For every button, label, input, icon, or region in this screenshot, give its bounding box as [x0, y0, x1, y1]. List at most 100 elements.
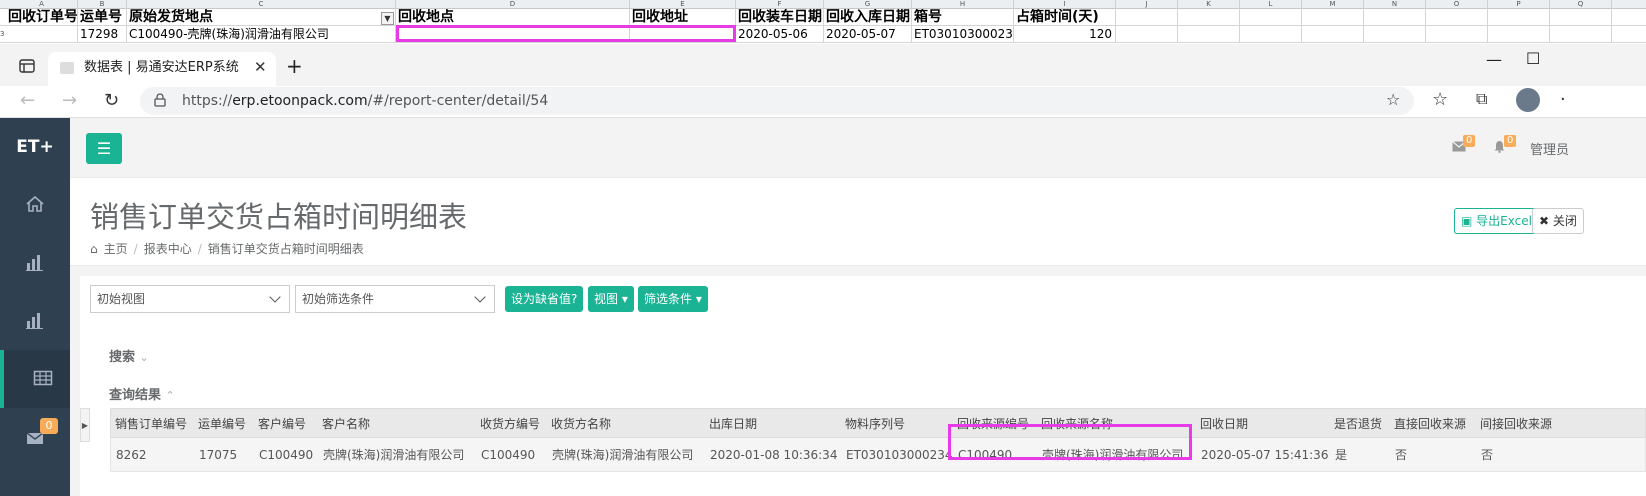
- excel-cell[interactable]: 回收装车日期: [736, 9, 824, 26]
- breadcrumb-home[interactable]: 主页: [104, 242, 128, 256]
- col-letter[interactable]: Q: [1550, 0, 1612, 9]
- col-letter[interactable]: K: [1178, 0, 1240, 9]
- col-letter[interactable]: I: [1014, 0, 1116, 9]
- col-letter[interactable]: E: [630, 0, 736, 9]
- excel-cell[interactable]: 17298: [78, 26, 127, 43]
- excel-cell[interactable]: 原始发货地点: [127, 9, 396, 26]
- excel-cell[interactable]: 占箱时间(天): [1014, 9, 1116, 26]
- excel-cell[interactable]: 回收地址: [630, 9, 736, 26]
- column-header[interactable]: 物料序列号: [845, 409, 905, 439]
- filter-button[interactable]: 筛选条件 ▾: [638, 286, 708, 312]
- excel-cell[interactable]: [1302, 9, 1364, 26]
- column-header[interactable]: 运单编号: [198, 409, 246, 439]
- back-icon[interactable]: ←: [20, 90, 35, 111]
- column-header[interactable]: 收货方编号: [480, 409, 540, 439]
- col-letter[interactable]: J: [1116, 0, 1178, 9]
- excel-cell[interactable]: 2020-05-06: [736, 26, 824, 43]
- excel-cell[interactable]: C100490-壳牌(珠海)润滑油有限公司: [127, 26, 396, 43]
- sidebar-item-reports[interactable]: [0, 234, 70, 290]
- column-header[interactable]: 间接回收来源: [1480, 409, 1552, 439]
- filter-select[interactable]: 初始筛选条件: [295, 285, 495, 313]
- col-letter[interactable]: G: [824, 0, 912, 9]
- excel-cell[interactable]: [6, 26, 78, 43]
- excel-cell[interactable]: ET030103000234: [912, 26, 1014, 43]
- sidebar-item-home[interactable]: [0, 176, 70, 232]
- results-section-toggle[interactable]: 查询结果 ⌃: [109, 384, 175, 403]
- col-letter[interactable]: M: [1302, 0, 1364, 9]
- excel-cell[interactable]: [1364, 26, 1426, 43]
- export-excel-button[interactable]: ▣ 导出Excel: [1454, 208, 1539, 234]
- excel-cell[interactable]: 回收订单号: [6, 9, 78, 26]
- col-letter[interactable]: N: [1364, 0, 1426, 9]
- excel-cell[interactable]: [1240, 9, 1302, 26]
- column-header[interactable]: 收货方名称: [551, 409, 611, 439]
- search-section-toggle[interactable]: 搜索 ⌄: [109, 346, 149, 365]
- browser-tab[interactable]: 数据表 | 易通安达ERP系统 ✕: [48, 52, 276, 86]
- view-select[interactable]: 初始视图: [90, 285, 290, 313]
- col-letter[interactable]: F: [736, 0, 824, 9]
- excel-cell[interactable]: 回收入库日期: [824, 9, 912, 26]
- column-header[interactable]: 销售订单编号: [115, 409, 187, 439]
- excel-cell[interactable]: [1488, 26, 1550, 43]
- excel-cell[interactable]: [1178, 9, 1240, 26]
- refresh-icon[interactable]: ↻: [104, 90, 119, 111]
- col-letter[interactable]: L: [1240, 0, 1302, 9]
- column-header[interactable]: 回收日期: [1200, 409, 1248, 439]
- col-letter[interactable]: H: [912, 0, 1014, 9]
- close-tab-icon[interactable]: ✕: [254, 58, 267, 76]
- lock-icon[interactable]: [154, 93, 166, 107]
- row-expand-handle[interactable]: ▶: [80, 408, 90, 442]
- excel-cell[interactable]: [1488, 9, 1550, 26]
- user-menu[interactable]: 管理员: [1530, 139, 1569, 158]
- url-text[interactable]: https://erp.etoonpack.com/#/report-cente…: [182, 92, 548, 110]
- excel-cell[interactable]: 回收地点: [396, 9, 630, 26]
- favorite-add-icon[interactable]: ☆: [1386, 90, 1400, 109]
- col-letter[interactable]: O: [1426, 0, 1488, 9]
- column-header[interactable]: 客户编号: [258, 409, 306, 439]
- column-header[interactable]: 出库日期: [709, 409, 757, 439]
- col-letter[interactable]: A: [6, 0, 78, 9]
- more-icon[interactable]: ·: [1560, 89, 1566, 110]
- forward-icon[interactable]: →: [62, 90, 77, 111]
- excel-cell[interactable]: 2020-05-07: [824, 26, 912, 43]
- excel-cell[interactable]: [1178, 26, 1240, 43]
- excel-cell[interactable]: [1116, 26, 1178, 43]
- menu-toggle-button[interactable]: ☰: [86, 133, 122, 164]
- excel-cell[interactable]: 运单号: [78, 9, 127, 26]
- breadcrumb-report-center[interactable]: 报表中心: [144, 242, 192, 256]
- column-header[interactable]: 是否退货: [1334, 409, 1382, 439]
- view-button[interactable]: 视图 ▾: [588, 286, 634, 312]
- favorites-icon[interactable]: ☆: [1432, 89, 1448, 110]
- col-letter[interactable]: B: [78, 0, 127, 9]
- collections-icon[interactable]: ⧉: [1476, 89, 1487, 109]
- column-header[interactable]: 客户名称: [322, 409, 370, 439]
- excel-cell[interactable]: 箱号: [912, 9, 1014, 26]
- col-letter[interactable]: D: [396, 0, 630, 9]
- excel-cell[interactable]: [1550, 9, 1612, 26]
- excel-cell[interactable]: [1302, 26, 1364, 43]
- excel-cell[interactable]: [1426, 26, 1488, 43]
- app-logo[interactable]: ET+: [0, 118, 70, 176]
- set-default-button[interactable]: 设为缺省值?: [505, 286, 584, 312]
- tab-actions-icon[interactable]: [19, 59, 35, 73]
- new-tab-icon[interactable]: +: [286, 54, 303, 78]
- col-letter[interactable]: P: [1488, 0, 1550, 9]
- address-bar[interactable]: https://erp.etoonpack.com/#/report-cente…: [140, 87, 1414, 115]
- table-row[interactable]: 8262 17075 C100490 壳牌(珠海)润滑油有限公司 C100490…: [110, 438, 1646, 472]
- filter-dropdown-icon[interactable]: ▼: [381, 12, 394, 25]
- sidebar-item-messages[interactable]: 0: [0, 410, 70, 466]
- excel-cell[interactable]: [1116, 9, 1178, 26]
- maximize-icon[interactable]: ☐: [1526, 49, 1540, 68]
- profile-avatar[interactable]: [1516, 88, 1540, 112]
- excel-cell[interactable]: [1550, 26, 1612, 43]
- sidebar-item-analysis[interactable]: [0, 292, 70, 348]
- excel-cell[interactable]: [1426, 9, 1488, 26]
- minimize-icon[interactable]: —: [1486, 50, 1502, 69]
- col-letter[interactable]: C: [127, 0, 396, 9]
- sidebar-item-tables[interactable]: [0, 350, 70, 408]
- column-header[interactable]: 直接回收来源: [1394, 409, 1466, 439]
- home-crumb-icon[interactable]: ⌂: [90, 242, 98, 256]
- excel-cell[interactable]: [1240, 26, 1302, 43]
- excel-cell[interactable]: 120: [1014, 26, 1116, 43]
- excel-cell[interactable]: [1364, 9, 1426, 26]
